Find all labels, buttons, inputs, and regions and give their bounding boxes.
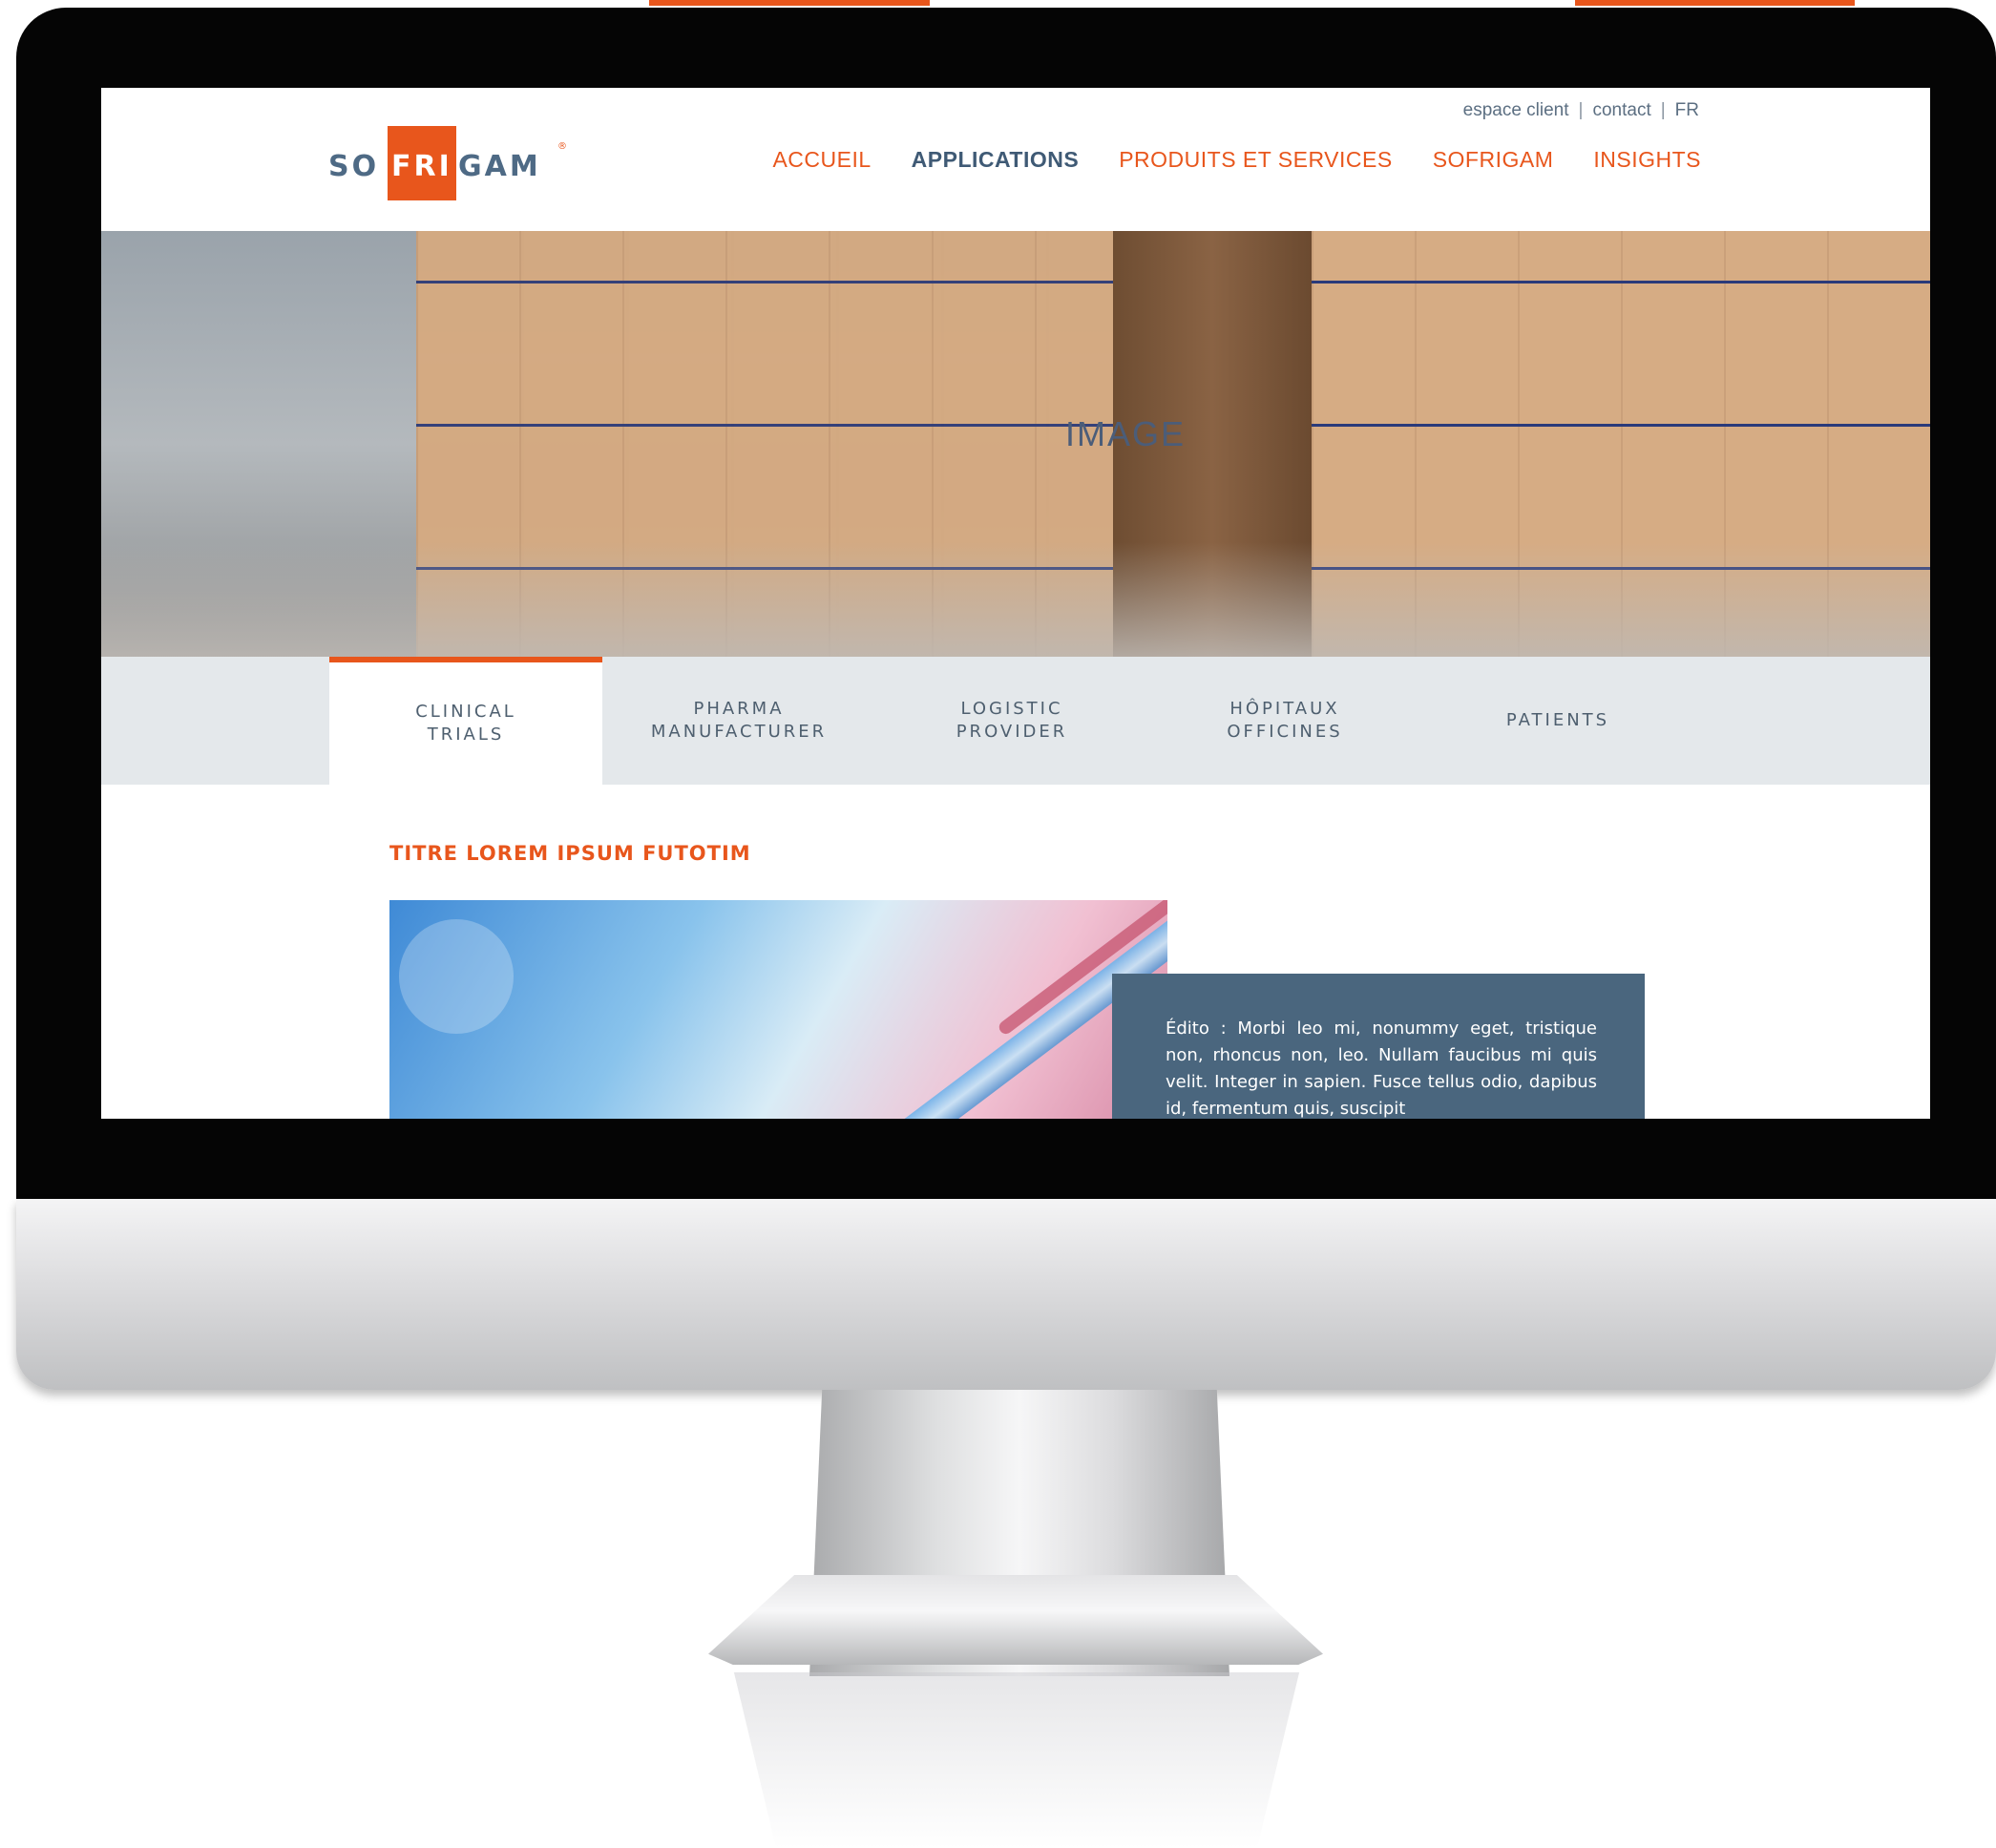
utility-links: espace client | contact | FR [1461,100,1701,121]
tab-line2: MANUFACTURER [650,722,828,742]
nav-produits-et-services[interactable]: PRODUITS ET SERVICES [1119,147,1393,173]
edito-box: Édito : Morbi leo mi, nonummy eget, tris… [1112,974,1645,1119]
stand-reflection [733,1672,1300,1848]
tab-line2: OFFICINES [1227,722,1343,742]
image-watermark: IMAGE [1065,414,1187,453]
tab-pharma-manufacturer[interactable]: PHARMA MANUFACTURER [602,657,875,785]
nav-insights[interactable]: INSIGHTS [1593,147,1701,173]
pipette-photo [389,900,1167,1119]
nav-accueil[interactable]: ACCUEIL [772,147,871,173]
tab-logistic-provider[interactable]: LOGISTIC PROVIDER [875,657,1148,785]
nav-applications[interactable]: APPLICATIONS [912,147,1080,173]
separator: | [1578,100,1584,120]
main-nav: ACCUEIL APPLICATIONS PRODUITS ET SERVICE… [772,147,1701,173]
application-tabs: CLINICAL TRIALS PHARMA MANUFACTURER LOGIST… [101,657,1930,785]
tab-line2: TRIALS [427,724,505,745]
tab-line1: LOGISTIC [960,699,1063,719]
tab-patients[interactable]: PATIENTS [1421,657,1694,785]
logo-text-gam: GAM [458,150,541,183]
espace-client-link[interactable]: espace client [1463,100,1569,120]
logo-text-so: SO [328,150,380,183]
tab-clinical-trials[interactable]: CLINICAL TRIALS [329,657,602,785]
top-accent-bar-left [649,0,930,6]
monitor-chin [16,1199,1996,1390]
monitor-stand-foot [708,1575,1323,1665]
top-accent-bar-right [1575,0,1855,6]
separator: | [1660,100,1666,120]
edito-text: Édito : Morbi leo mi, nonummy eget, tris… [1166,1018,1597,1119]
bokeh-light [399,919,514,1034]
tab-line1: PHARMA [693,699,785,719]
logo-registered-mark: ® [557,141,567,152]
contact-link[interactable]: contact [1592,100,1650,120]
tab-line2: PROVIDER [956,722,1068,742]
nav-sofrigam[interactable]: SOFRIGAM [1433,147,1554,173]
tab-hopitaux-officines[interactable]: HÔPITAUX OFFICINES [1148,657,1421,785]
hero-floor [101,542,1930,657]
tab-line1: CLINICAL [415,702,516,722]
section-title: TITRE LOREM IPSUM FUTOTIM [389,842,751,865]
language-switch[interactable]: FR [1675,100,1699,120]
website-screen: espace client | contact | FR SO FRI GAM ® AC… [101,88,1930,1119]
logo-text-fri: FRI [391,150,452,183]
tab-line1: PATIENTS [1505,710,1610,730]
tab-line1: HÔPITAUX [1229,699,1340,719]
hero-warehouse-image: IMAGE [101,231,1930,657]
